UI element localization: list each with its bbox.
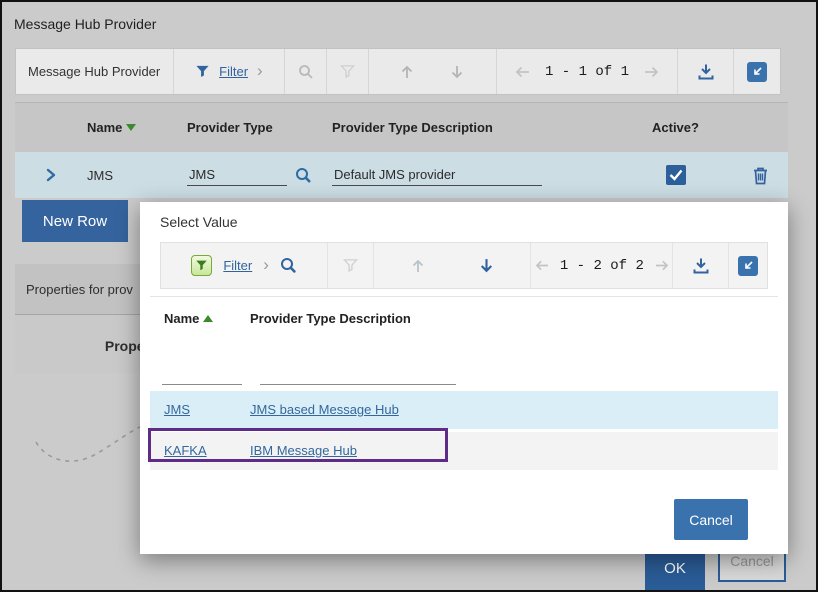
next-row-icon bbox=[449, 64, 465, 80]
dialog-pagination-text: 1 - 2 of 2 bbox=[560, 258, 644, 274]
clear-filter-icon bbox=[340, 64, 355, 79]
lookup-icon[interactable] bbox=[295, 167, 312, 184]
pagination-text: 1 - 1 of 1 bbox=[545, 64, 629, 80]
main-table-header: Name Provider Type Provider Type Descrip… bbox=[15, 102, 788, 152]
dialog-filter-link[interactable]: Filter bbox=[223, 258, 252, 273]
column-header-provider-type-description[interactable]: Provider Type Description bbox=[332, 120, 652, 135]
column-header-active[interactable]: Active? bbox=[652, 120, 732, 135]
kafka-link[interactable]: KAFKA bbox=[164, 443, 207, 458]
name-filter-input[interactable] bbox=[162, 364, 242, 385]
dialog-previous-row-icon bbox=[410, 258, 426, 274]
dialog-clear-filter-icon bbox=[343, 258, 358, 273]
delete-row-icon[interactable] bbox=[752, 166, 769, 185]
new-row-button[interactable]: New Row bbox=[22, 200, 128, 242]
select-value-dialog: Select Value Filter › bbox=[140, 202, 788, 554]
dialog-title: Select Value bbox=[160, 214, 238, 230]
provider-type-field[interactable] bbox=[187, 165, 287, 186]
jms-description-link[interactable]: JMS based Message Hub bbox=[250, 402, 399, 417]
search-icon bbox=[298, 64, 314, 80]
dialog-toolbar: Filter › bbox=[160, 242, 768, 289]
row-name-value: JMS bbox=[87, 168, 187, 183]
description-field[interactable] bbox=[332, 165, 542, 186]
next-page-icon bbox=[643, 65, 659, 79]
dialog-row-jms[interactable]: JMS JMS based Message Hub bbox=[150, 391, 778, 429]
dialog-table: Name Provider Type Description JMS JMS b… bbox=[150, 296, 778, 470]
dialog-row-kafka[interactable]: KAFKA IBM Message Hub bbox=[150, 432, 778, 470]
main-toolbar: Message Hub Provider Filter › bbox=[15, 48, 781, 95]
filter-funnel-icon[interactable] bbox=[195, 64, 210, 79]
dialog-download-icon[interactable] bbox=[692, 257, 710, 275]
table-row[interactable]: JMS bbox=[15, 152, 788, 198]
active-checkbox[interactable] bbox=[666, 165, 686, 185]
page-title: Message Hub Provider bbox=[14, 16, 156, 32]
row-expand-icon[interactable] bbox=[15, 168, 87, 182]
app-window: Message Hub Provider Message Hub Provide… bbox=[0, 0, 818, 592]
dialog-next-row-icon[interactable] bbox=[478, 257, 495, 274]
previous-page-icon bbox=[515, 65, 531, 79]
dialog-collapse-table-icon[interactable] bbox=[738, 256, 758, 276]
previous-row-icon bbox=[399, 64, 415, 80]
description-filter-input[interactable] bbox=[260, 364, 456, 385]
column-header-name[interactable]: Name bbox=[87, 120, 187, 135]
column-header-provider-type[interactable]: Provider Type bbox=[187, 120, 332, 135]
sort-desc-icon bbox=[126, 124, 136, 131]
dialog-column-header-name[interactable]: Name bbox=[150, 311, 250, 326]
dialog-column-header-description[interactable]: Provider Type Description bbox=[250, 311, 411, 326]
sort-asc-icon bbox=[203, 315, 213, 322]
dialog-cancel-button[interactable]: Cancel bbox=[674, 499, 748, 540]
dialog-next-page-icon bbox=[654, 259, 669, 272]
download-icon[interactable] bbox=[697, 63, 715, 81]
filter-link[interactable]: Filter bbox=[219, 64, 248, 79]
collapse-table-icon[interactable] bbox=[747, 62, 767, 82]
chevron-right-icon[interactable]: › bbox=[257, 62, 263, 79]
dialog-previous-page-icon bbox=[535, 259, 550, 272]
jms-link[interactable]: JMS bbox=[164, 402, 190, 417]
dialog-chevron-right-icon[interactable]: › bbox=[263, 256, 269, 273]
filter-active-icon[interactable] bbox=[191, 255, 212, 276]
table-caption: Message Hub Provider bbox=[16, 49, 174, 94]
dashed-curve-annotation bbox=[30, 414, 145, 474]
kafka-description-link[interactable]: IBM Message Hub bbox=[250, 443, 357, 458]
dialog-search-icon[interactable] bbox=[280, 257, 297, 274]
